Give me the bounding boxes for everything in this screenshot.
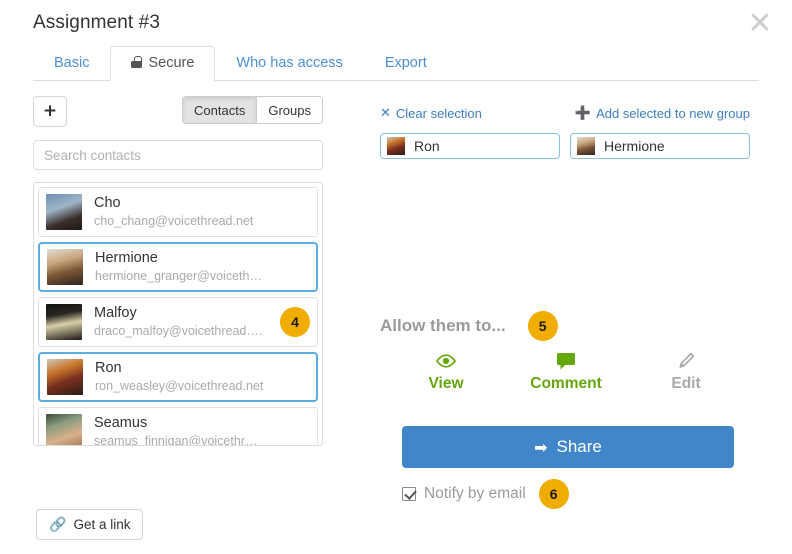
- selected-contacts: Ron Hermione: [380, 133, 750, 159]
- avatar: [47, 359, 83, 395]
- plus-icon: +: [42, 101, 58, 121]
- tab-export-label: Export: [384, 55, 427, 71]
- toggle-contacts-label: Contacts: [194, 102, 246, 118]
- contact-text: Cho cho_chang@voicethread.net: [94, 195, 310, 229]
- contact-email: seamus_finnigan@voicethr…: [94, 434, 258, 446]
- close-icon[interactable]: ✕: [745, 9, 775, 39]
- list-item[interactable]: Malfoy draco_malfoy@voicethread…. 4: [38, 297, 318, 347]
- list-item[interactable]: Hermione hermione_granger@voiceth…: [38, 242, 318, 292]
- permission-comment[interactable]: Comment: [516, 351, 616, 393]
- toggle-groups-label: Groups: [268, 102, 311, 118]
- pencil-icon: [676, 351, 696, 371]
- list-item[interactable]: Seamus seamus_finnigan@voicethr…: [38, 407, 318, 446]
- permission-view[interactable]: View: [396, 351, 496, 393]
- add-selected-to-new-group-button[interactable]: ➕ Add selected to new group: [575, 103, 750, 123]
- contact-name: Hermione: [95, 250, 158, 266]
- selection-actions: ✕ Clear selection ➕ Add selected to new …: [380, 103, 750, 123]
- contact-email: draco_malfoy@voicethread….: [94, 324, 263, 338]
- contact-email: ron_weasley@voicethread.net: [95, 379, 264, 393]
- avatar: [47, 249, 83, 285]
- avatar: [46, 304, 82, 340]
- contact-name: Seamus: [94, 415, 148, 431]
- permission-view-label: View: [428, 375, 464, 392]
- contact-email: cho_chang@voicethread.net: [94, 214, 254, 228]
- share-dialog: Assignment #3 ✕ Basic Secure Who has acc…: [0, 0, 792, 554]
- notify-by-email-row: Notify by email 6: [402, 479, 569, 509]
- x-icon: ✕: [380, 105, 391, 121]
- clear-selection-button[interactable]: ✕ Clear selection: [380, 103, 482, 123]
- tab-bar: Basic Secure Who has access Export: [33, 46, 759, 81]
- tab-secure-label: Secure: [148, 55, 195, 71]
- notify-by-email-label: Notify by email: [424, 485, 526, 502]
- link-icon: 🔗: [49, 516, 67, 533]
- toggle-groups[interactable]: Groups: [256, 97, 322, 123]
- selected-chip-hermione[interactable]: Hermione: [570, 133, 750, 159]
- selected-chip-label: Hermione: [604, 138, 665, 154]
- add-to-group-label: Add selected to new group: [596, 105, 750, 121]
- allow-them-to-section: Allow them to... 5: [380, 311, 558, 341]
- step-badge-5: 5: [527, 311, 558, 341]
- page-title: Assignment #3: [33, 12, 160, 33]
- contact-name: Cho: [94, 195, 121, 211]
- clear-selection-label: Clear selection: [395, 105, 482, 121]
- tab-secure[interactable]: Secure: [110, 46, 216, 81]
- selected-chip-ron[interactable]: Ron: [380, 133, 560, 159]
- toggle-contacts[interactable]: Contacts: [183, 97, 257, 123]
- selected-chip-label: Ron: [414, 138, 440, 154]
- permission-comment-label: Comment: [530, 375, 602, 392]
- avatar: [46, 414, 82, 445]
- avatar: [387, 137, 405, 155]
- step-badge-4: 4: [280, 307, 310, 337]
- tab-basic[interactable]: Basic: [33, 46, 110, 81]
- share-button[interactable]: ➡ Share: [402, 426, 734, 468]
- permission-edit-label: Edit: [671, 375, 701, 392]
- sharing-panel: ✕ Clear selection ➕ Add selected to new …: [380, 103, 750, 509]
- notify-by-email-checkbox[interactable]: [402, 487, 416, 501]
- lock-icon: [131, 56, 143, 68]
- list-item[interactable]: Ron ron_weasley@voicethread.net: [38, 352, 318, 402]
- tab-export[interactable]: Export: [364, 46, 448, 81]
- contact-text: Seamus seamus_finnigan@voicethr…: [94, 415, 310, 446]
- plus-icon: ➕: [574, 105, 592, 121]
- step-badge-6: 6: [538, 479, 569, 509]
- eye-icon: [435, 351, 457, 371]
- contact-text: Malfoy draco_malfoy@voicethread….: [94, 305, 280, 339]
- contact-text: Ron ron_weasley@voicethread.net: [95, 360, 309, 394]
- contact-name: Malfoy: [94, 305, 137, 321]
- tab-basic-label: Basic: [54, 55, 90, 71]
- contacts-toolbar: + Contacts Groups: [33, 96, 323, 128]
- share-arrow-icon: ➡: [534, 437, 548, 457]
- contact-text: Hermione hermione_granger@voiceth…: [95, 250, 309, 284]
- tab-who-has-access[interactable]: Who has access: [215, 46, 363, 81]
- comment-icon: [555, 351, 577, 371]
- get-a-link-label: Get a link: [73, 517, 131, 532]
- avatar: [46, 194, 82, 230]
- contacts-groups-toggle: Contacts Groups: [182, 96, 323, 124]
- list-item[interactable]: Cho cho_chang@voicethread.net: [38, 187, 318, 237]
- permission-edit[interactable]: Edit: [636, 351, 736, 393]
- add-contact-button[interactable]: +: [33, 96, 67, 127]
- allow-them-to-label: Allow them to...: [380, 316, 506, 335]
- avatar: [577, 137, 595, 155]
- contact-name: Ron: [95, 360, 122, 376]
- search-input[interactable]: [33, 140, 323, 170]
- permissions-row: View Comment Edit: [396, 351, 736, 393]
- contact-email: hermione_granger@voiceth…: [95, 269, 262, 283]
- contacts-panel: + Contacts Groups Cho cho_chang@voicethr…: [33, 96, 323, 446]
- contact-list[interactable]: Cho cho_chang@voicethread.net Hermione h…: [33, 182, 323, 446]
- tab-who-has-access-label: Who has access: [236, 55, 343, 71]
- share-button-label: Share: [556, 437, 602, 456]
- get-a-link-button[interactable]: 🔗 Get a link: [36, 509, 144, 540]
